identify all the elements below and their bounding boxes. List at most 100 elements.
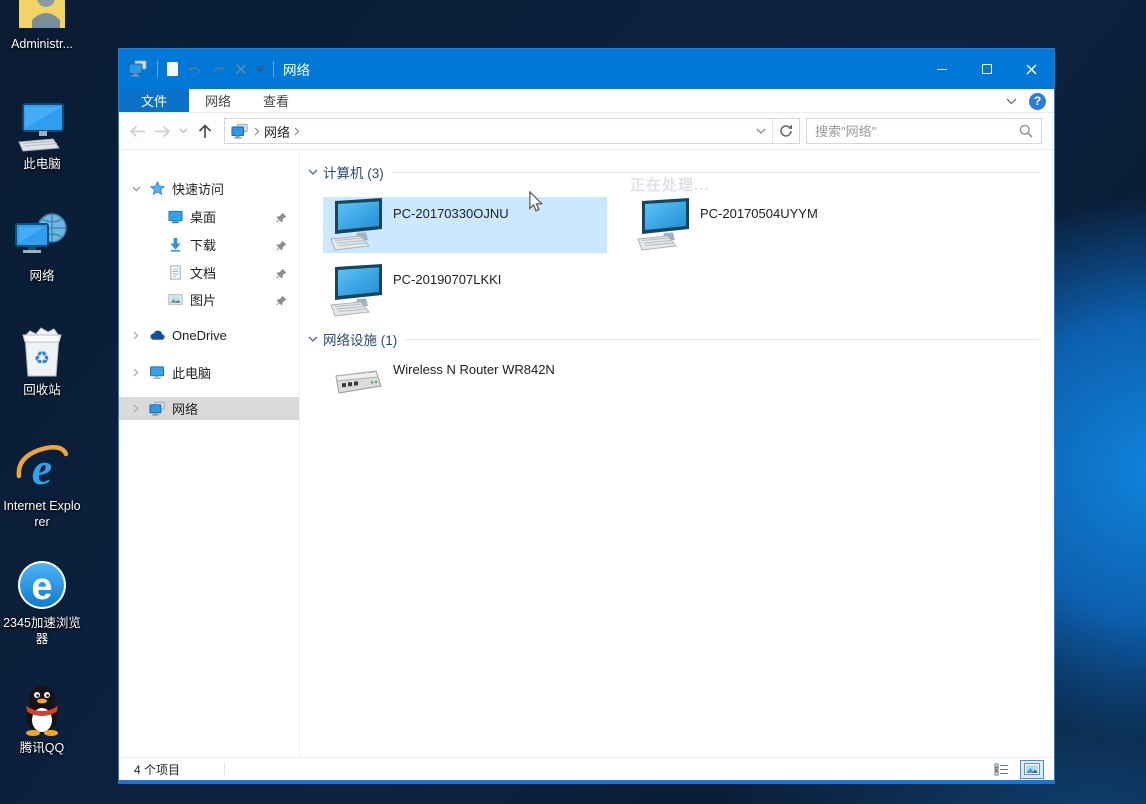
user-folder-icon xyxy=(16,0,68,32)
computer-icon xyxy=(323,197,393,253)
chevron-right-icon[interactable] xyxy=(129,368,143,377)
sidebar-item-documents[interactable]: 文档 xyxy=(119,261,299,284)
sidebar-item-downloads[interactable]: 下载 xyxy=(119,233,299,256)
sidebar-item-quick-access[interactable]: 快速访问 xyxy=(119,177,299,200)
svg-text:♻: ♻ xyxy=(34,348,50,369)
group-header-label: 网络设施 (1) xyxy=(323,329,397,349)
search-box[interactable] xyxy=(806,118,1042,144)
group-collapse-icon[interactable] xyxy=(308,336,318,343)
sidebar-item-pictures[interactable]: 图片 xyxy=(119,288,299,311)
properties-icon[interactable] xyxy=(167,62,178,76)
address-dropdown-icon[interactable] xyxy=(750,119,772,143)
window-title: 网络 xyxy=(283,59,310,79)
chevron-right-icon[interactable] xyxy=(129,331,143,340)
delete-icon[interactable] xyxy=(235,63,247,75)
desktop-icon-label: 2345加速浏览器 xyxy=(2,615,82,648)
close-icon xyxy=(1026,64,1037,75)
svg-text:e: e xyxy=(31,566,52,608)
pin-icon xyxy=(276,294,287,309)
group-header-computers[interactable]: 计算机 (3) xyxy=(308,162,1054,182)
breadcrumb-chevron-icon[interactable] xyxy=(294,127,300,136)
desktop-icon-internet-explorer[interactable]: e Internet Explorer xyxy=(2,442,82,531)
tab-file[interactable]: 文件 xyxy=(119,89,189,112)
computer-item-pc-20190707lkki[interactable]: PC-20190707LKKI xyxy=(323,263,607,319)
breadcrumb-network[interactable]: 网络 xyxy=(264,122,290,141)
group-collapse-icon[interactable] xyxy=(308,169,318,176)
pin-icon xyxy=(276,267,287,282)
desktop-icon-label: 此电脑 xyxy=(23,156,61,172)
forward-icon[interactable] xyxy=(154,125,171,138)
mouse-cursor xyxy=(528,191,544,218)
network-icon xyxy=(148,401,166,417)
minimize-button[interactable] xyxy=(919,49,964,89)
sidebar-item-this-pc[interactable]: 此电脑 xyxy=(119,361,299,384)
desktop-icon-label: 回收站 xyxy=(23,382,61,398)
tab-view[interactable]: 查看 xyxy=(247,89,305,112)
help-button[interactable]: ? xyxy=(1029,93,1046,110)
pictures-icon xyxy=(166,292,184,307)
desktop-icon-label: Internet Explorer xyxy=(2,498,82,531)
address-bar[interactable]: 网络 xyxy=(224,118,800,144)
desktop-icon-network[interactable]: 网络 xyxy=(2,212,82,284)
customize-toolbar-icon[interactable] xyxy=(256,66,264,73)
details-view-button[interactable] xyxy=(990,760,1014,779)
desktop-folder-icon xyxy=(166,209,184,224)
recent-locations-icon[interactable] xyxy=(179,128,188,134)
group-header-rule xyxy=(392,172,1040,173)
status-bar: 4 个项目 xyxy=(119,757,1054,780)
internet-explorer-icon: e xyxy=(15,442,69,494)
navigation-pane: 快速访问 桌面 下载 xyxy=(119,150,300,757)
explorer-content: 快速访问 桌面 下载 xyxy=(119,150,1054,757)
maximize-button[interactable] xyxy=(964,49,1009,89)
chevron-right-icon[interactable] xyxy=(129,404,143,413)
details-view-icon xyxy=(994,763,1010,776)
sidebar-item-onedrive[interactable]: OneDrive xyxy=(119,324,299,347)
desktop-icon-2345-browser[interactable]: e 2345加速浏览器 xyxy=(2,559,82,648)
expand-ribbon-icon[interactable] xyxy=(1006,98,1017,105)
up-icon[interactable] xyxy=(198,124,212,139)
computer-item-pc-20170330ojnu[interactable]: PC-20170330OJNU xyxy=(323,197,607,253)
large-icons-view-button[interactable] xyxy=(1020,760,1044,779)
chevron-down-icon[interactable] xyxy=(129,186,143,192)
desktop-icon-this-pc[interactable]: 此电脑 xyxy=(2,100,82,172)
desktop-icon-label: 腾讯QQ xyxy=(20,740,64,756)
close-button[interactable] xyxy=(1009,49,1054,89)
search-icon[interactable] xyxy=(1019,124,1033,138)
desktop-icon-label: 网络 xyxy=(29,268,54,284)
sidebar-item-desktop[interactable]: 桌面 xyxy=(119,205,299,228)
device-item-wireless-router[interactable]: Wireless N Router WR842N xyxy=(323,353,607,411)
undo-icon[interactable] xyxy=(187,63,202,76)
onedrive-cloud-icon xyxy=(148,328,166,343)
window-network-icon xyxy=(128,60,148,78)
sidebar-item-network[interactable]: 网络 xyxy=(119,397,299,420)
desktop-icon-tencent-qq[interactable]: 腾讯QQ xyxy=(2,684,82,756)
file-explorer-window: 网络 文件 网络 查看 ? xyxy=(118,48,1055,784)
this-pc-monitor-icon xyxy=(148,365,166,380)
divider xyxy=(273,61,274,77)
computer-item-pc-20170504uyym[interactable]: PC-20170504UYYM xyxy=(630,197,914,253)
desktop-icon-label: Administr... xyxy=(11,36,73,52)
breadcrumb-chevron-icon[interactable] xyxy=(254,127,260,136)
sidebar-item-label: 下载 xyxy=(190,235,216,254)
desktop-icon-recycle-bin[interactable]: ♻ 回收站 xyxy=(2,326,82,398)
group-header-rule xyxy=(405,339,1040,340)
desktop-icon-administrator[interactable]: Administr... xyxy=(2,0,82,52)
computer-name: PC-20190707LKKI xyxy=(393,263,501,319)
minimize-icon xyxy=(937,69,947,70)
computer-icon xyxy=(630,197,700,253)
address-toolbar: 网络 xyxy=(119,113,1054,150)
recycle-bin-icon: ♻ xyxy=(19,326,65,378)
sidebar-item-label: 桌面 xyxy=(190,207,216,226)
redo-icon[interactable] xyxy=(211,63,226,76)
group-header-network-infrastructure[interactable]: 网络设施 (1) xyxy=(308,329,1054,349)
maximize-icon xyxy=(982,64,992,74)
router-icon xyxy=(323,353,393,411)
this-pc-icon xyxy=(15,100,69,152)
back-icon[interactable] xyxy=(129,125,146,138)
refresh-icon[interactable] xyxy=(773,119,799,143)
search-input[interactable] xyxy=(815,124,1019,139)
computer-name: PC-20170330OJNU xyxy=(393,197,509,253)
quick-access-star-icon xyxy=(148,181,166,196)
title-bar: 网络 xyxy=(119,49,1054,89)
tab-network[interactable]: 网络 xyxy=(189,89,247,112)
